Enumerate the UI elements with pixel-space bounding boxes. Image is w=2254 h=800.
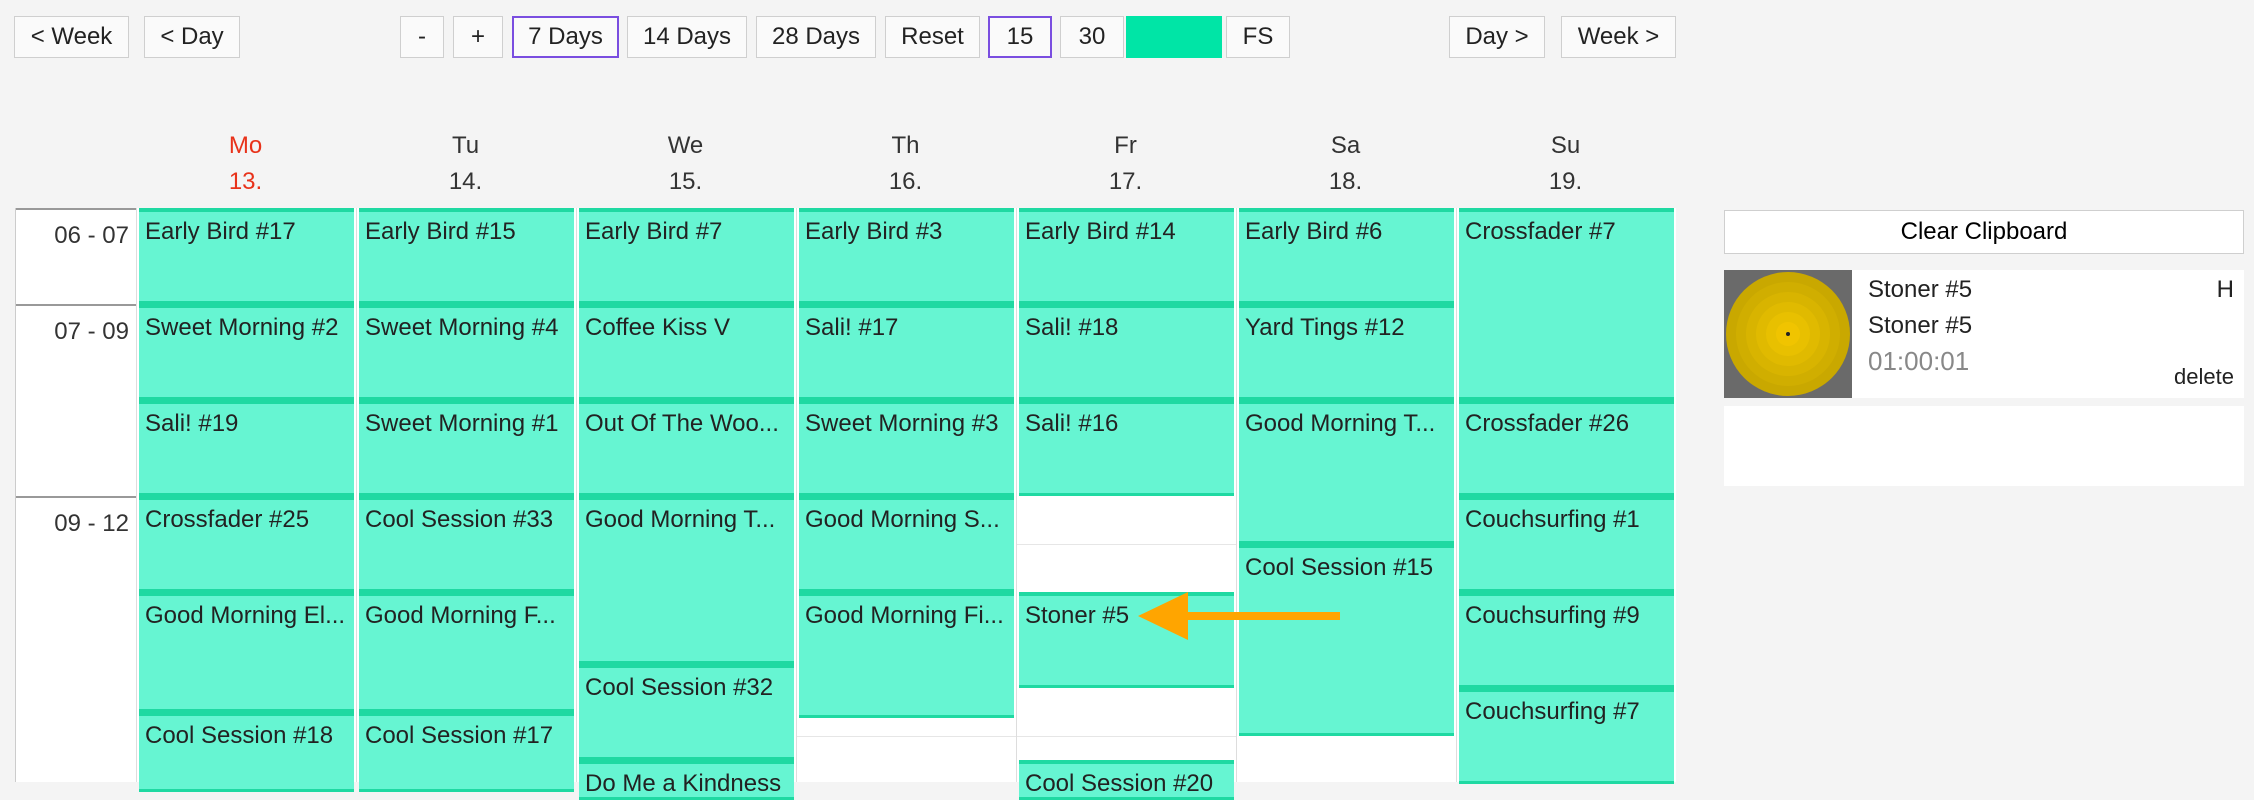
event-block[interactable]: Early Bird #15 [359, 208, 574, 304]
event-block[interactable]: Yard Tings #12 [1239, 304, 1454, 400]
event-block[interactable]: Good Morning F... [359, 592, 574, 712]
week-forward-button[interactable]: Week > [1561, 16, 1676, 58]
event-block[interactable]: Sali! #19 [139, 400, 354, 496]
event-block[interactable]: Couchsurfing #9 [1459, 592, 1674, 688]
event-block[interactable]: Couchsurfing #1 [1459, 496, 1674, 592]
disc-icon [1724, 270, 1852, 398]
day-name: Sa [1330, 132, 1361, 159]
event-block[interactable]: Do Me a Kindness [579, 760, 794, 800]
clip-badge: H [2216, 276, 2234, 303]
zoom-out-button[interactable]: - [400, 16, 444, 58]
day-date: 16. [888, 168, 923, 195]
event-block[interactable]: Early Bird #14 [1019, 208, 1234, 304]
timeslot-09-12: 09 - 12 [16, 496, 137, 786]
event-block[interactable]: Sweet Morning #2 [139, 304, 354, 400]
event-block[interactable]: Good Morning S... [799, 496, 1014, 592]
day-column-fr[interactable]: Early Bird #14 Sali! #18 Sali! #16 Stone… [1016, 208, 1236, 800]
event-block[interactable]: Good Morning El... [139, 592, 354, 712]
day-name: Th [891, 132, 920, 159]
day-back-button[interactable]: < Day [144, 16, 240, 58]
event-block[interactable]: Early Bird #6 [1239, 208, 1454, 304]
event-block[interactable]: Sali! #16 [1019, 400, 1234, 496]
range-14-days-button[interactable]: 14 Days [627, 16, 747, 58]
day-column-tu[interactable]: Early Bird #15 Sweet Morning #4 Sweet Mo… [356, 208, 576, 792]
event-block[interactable]: Cool Session #18 [139, 712, 354, 792]
delete-link[interactable]: delete [2174, 364, 2234, 390]
event-block[interactable]: Couchsurfing #7 [1459, 688, 1674, 784]
fullscreen-button[interactable]: FS [1226, 16, 1290, 58]
event-block[interactable]: Good Morning Fi... [799, 592, 1014, 718]
event-block[interactable]: Crossfader #7 [1459, 208, 1674, 400]
day-header-sa: Sa 18. [1236, 128, 1455, 200]
event-block[interactable]: Early Bird #7 [579, 208, 794, 304]
event-block[interactable]: Cool Session #17 [359, 712, 574, 792]
clip-subtitle: Stoner #5 [1868, 312, 1973, 339]
event-block[interactable]: Cool Session #33 [359, 496, 574, 592]
zoom-in-button[interactable]: + [453, 16, 503, 58]
event-block[interactable]: Early Bird #17 [139, 208, 354, 304]
event-block[interactable]: Out Of The Woo... [579, 400, 794, 496]
day-name: Mo [228, 132, 263, 159]
event-block[interactable]: Early Bird #3 [799, 208, 1014, 304]
timeslot-06-07: 06 - 07 [16, 208, 137, 304]
event-block[interactable]: Sweet Morning #3 [799, 400, 1014, 496]
drag-arrow-icon [1138, 592, 1340, 640]
day-header-th: Th 16. [796, 128, 1015, 200]
event-block[interactable]: Cool Session #20 [1019, 760, 1234, 800]
event-block[interactable]: Crossfader #26 [1459, 400, 1674, 496]
event-block[interactable]: Cool Session #32 [579, 664, 794, 760]
day-column-su[interactable]: Crossfader #7 Crossfader #26 Couchsurfin… [1456, 208, 1676, 784]
day-column-we[interactable]: Early Bird #7 Coffee Kiss V Out Of The W… [576, 208, 796, 800]
clip-duration: 01:00:01 [1868, 346, 1970, 376]
event-block[interactable]: Good Morning T... [579, 496, 794, 664]
empty-slot-line [1017, 736, 1236, 737]
empty-slot-line [797, 736, 1016, 737]
day-name: We [667, 132, 704, 159]
day-forward-button[interactable]: Day > [1449, 16, 1545, 58]
clipboard-drop-area[interactable] [1724, 406, 2244, 486]
event-block[interactable]: Sali! #18 [1019, 304, 1234, 400]
day-date: 14. [448, 168, 483, 195]
timeslot-07-09: 07 - 09 [16, 304, 137, 496]
color-swatch-button[interactable] [1126, 16, 1222, 58]
range-7-days-button[interactable]: 7 Days [512, 16, 619, 58]
day-header-su: Su 19. [1456, 128, 1675, 200]
event-block[interactable]: Sweet Morning #4 [359, 304, 574, 400]
clip-title: Stoner #5 [1868, 276, 1973, 303]
day-date: 17. [1108, 168, 1143, 195]
day-name: Tu [451, 132, 480, 159]
day-column-mo[interactable]: Early Bird #17 Sweet Morning #2 Sali! #1… [136, 208, 356, 792]
day-date: 13. [228, 168, 263, 195]
clear-clipboard-button[interactable]: Clear Clipboard [1724, 210, 2244, 254]
clipboard-item[interactable]: Stoner #5 Stoner #5 01:00:01 H delete [1724, 270, 2244, 398]
week-back-button[interactable]: < Week [14, 16, 129, 58]
day-date: 19. [1548, 168, 1583, 195]
event-block[interactable]: Good Morning T... [1239, 400, 1454, 544]
day-header-we: We 15. [576, 128, 795, 200]
reset-button[interactable]: Reset [885, 16, 980, 58]
timeslot-label: 06 - 07 [54, 222, 129, 249]
day-name: Fr [1114, 132, 1137, 159]
time-column: 06 - 07 07 - 09 09 - 12 [15, 208, 137, 782]
day-column-th[interactable]: Early Bird #3 Sali! #17 Sweet Morning #3… [796, 208, 1016, 782]
empty-slot-line [1017, 544, 1236, 545]
day-header-fr: Fr 17. [1016, 128, 1235, 200]
event-block[interactable]: Coffee Kiss V [579, 304, 794, 400]
day-column-sa[interactable]: Early Bird #6 Yard Tings #12 Good Mornin… [1236, 208, 1456, 782]
event-block[interactable]: Sweet Morning #1 [359, 400, 574, 496]
timeslot-label: 09 - 12 [54, 510, 129, 537]
day-header-mo: Mo 13. [136, 128, 355, 200]
interval-15-button[interactable]: 15 [988, 16, 1052, 58]
range-28-days-button[interactable]: 28 Days [756, 16, 876, 58]
day-header-tu: Tu 14. [356, 128, 575, 200]
day-name: Su [1550, 132, 1581, 159]
event-block[interactable]: Sali! #17 [799, 304, 1014, 400]
interval-30-button[interactable]: 30 [1060, 16, 1124, 58]
event-block[interactable]: Crossfader #25 [139, 496, 354, 592]
timeslot-label: 07 - 09 [54, 318, 129, 345]
day-date: 15. [668, 168, 703, 195]
day-date: 18. [1328, 168, 1363, 195]
